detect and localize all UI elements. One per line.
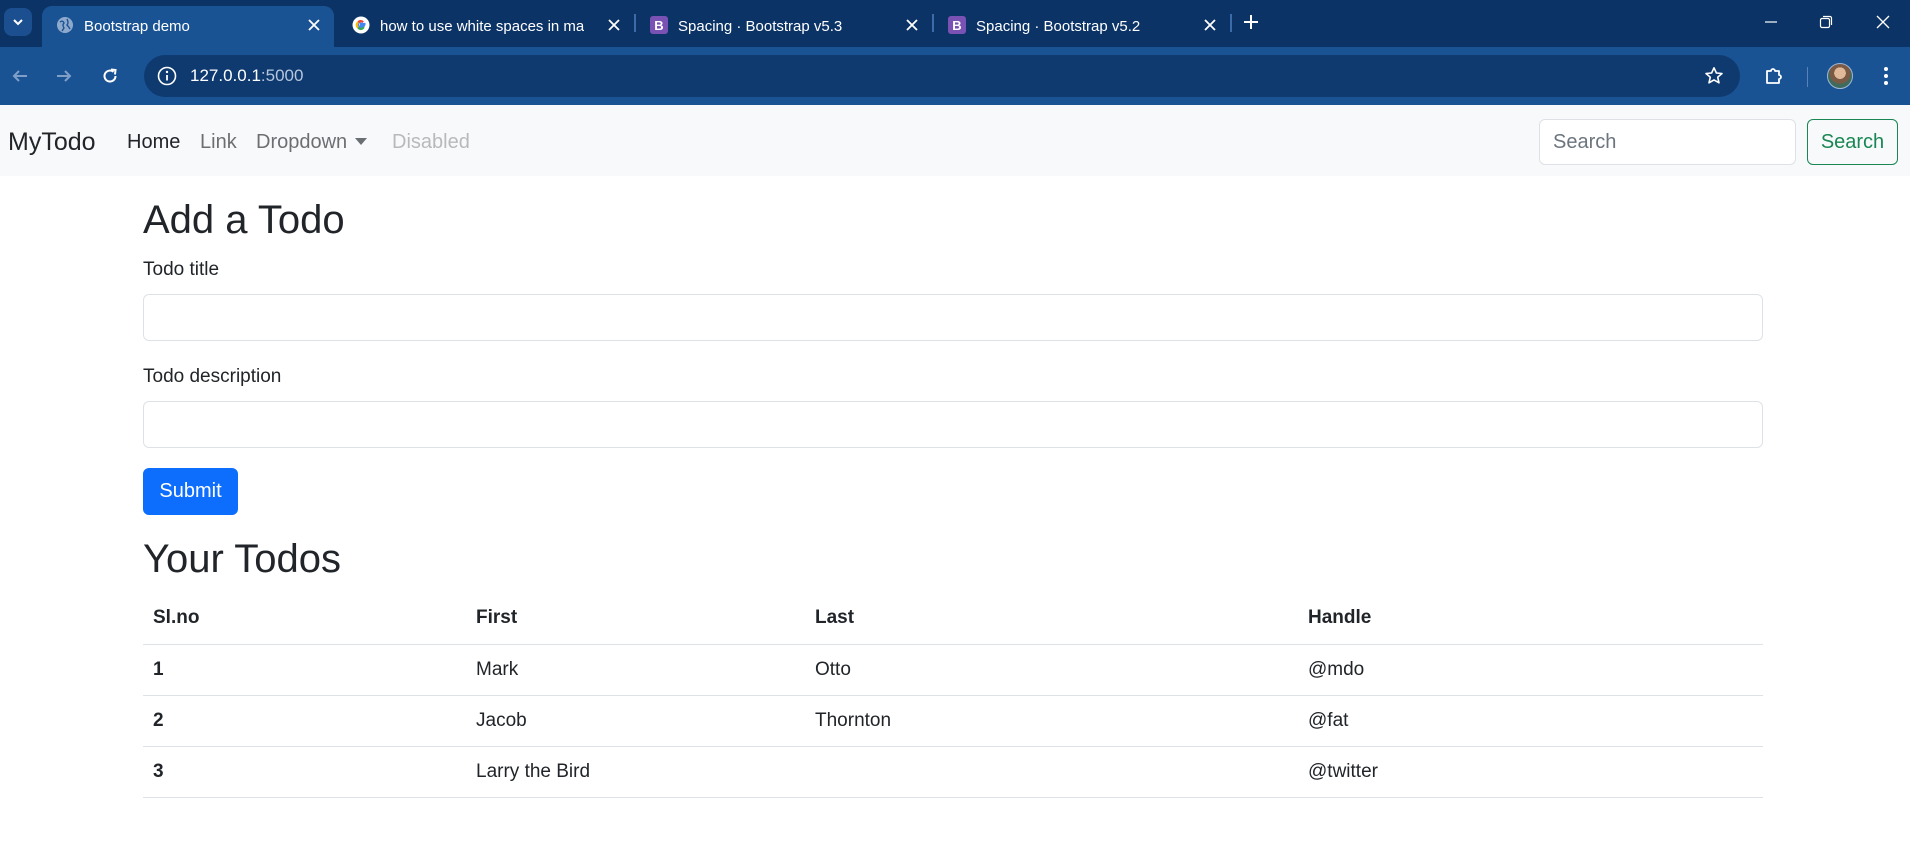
cell-last: [805, 746, 1298, 798]
bootstrap-icon: B: [948, 16, 966, 34]
cell-slno: 1: [143, 644, 466, 696]
arrow-left-icon: [12, 70, 27, 82]
nav-dropdown-label: Dropdown: [256, 131, 348, 153]
cell-first: Larry the Bird: [466, 746, 805, 798]
url-port: :5000: [260, 66, 304, 85]
bootstrap-icon: B: [650, 16, 668, 34]
browser-toolbar: 127.0.0.1:5000: [0, 47, 1910, 105]
tab-title: Spacing · Bootstrap v5.3: [678, 18, 843, 35]
tab-title: Bootstrap demo: [84, 18, 190, 35]
nav-link-home[interactable]: Home: [127, 131, 180, 154]
todo-title-label: Todo title: [143, 259, 220, 280]
todo-title-input[interactable]: [143, 294, 1763, 341]
restore-icon: [1819, 15, 1833, 29]
table-row: 1 Mark Otto @mdo: [143, 644, 1763, 696]
todo-description-input[interactable]: [143, 401, 1763, 448]
plus-icon: [1244, 15, 1258, 29]
reload-button[interactable]: [94, 60, 126, 92]
close-icon: [1876, 15, 1890, 29]
puzzle-icon: [1766, 68, 1782, 84]
close-tab-icon[interactable]: [1200, 15, 1220, 35]
tab-title: Spacing · Bootstrap v5.2: [976, 18, 1141, 35]
extensions-button[interactable]: [1758, 60, 1790, 92]
cell-slno: 3: [143, 746, 466, 798]
kebab-menu-icon: [1884, 67, 1888, 85]
close-tab-icon[interactable]: [604, 15, 624, 35]
url-text: 127.0.0.1:5000: [190, 66, 303, 86]
tab-search-button[interactable]: [4, 8, 32, 36]
caret-down-icon: [355, 138, 368, 145]
column-header-handle: Handle: [1298, 593, 1763, 645]
tab-title: how to use white spaces in mar: [380, 18, 584, 35]
bookmark-star-icon[interactable]: [1702, 64, 1726, 88]
cell-first: Jacob: [466, 695, 805, 747]
cell-first: Mark: [466, 644, 805, 696]
submit-button[interactable]: Submit: [143, 468, 238, 515]
forward-button[interactable]: [48, 60, 80, 92]
arrow-right-icon: [57, 70, 72, 82]
back-button[interactable]: [4, 60, 36, 92]
column-header-slno: Sl.no: [143, 593, 466, 645]
minimize-button[interactable]: [1756, 8, 1786, 36]
nav-dropdown-toggle[interactable]: Dropdown: [256, 131, 368, 154]
column-header-last: Last: [805, 593, 1298, 645]
tab-bootstrap-demo[interactable]: Bootstrap demo: [42, 6, 334, 47]
restore-button[interactable]: [1811, 8, 1841, 36]
tab-spacing-v52[interactable]: B Spacing · Bootstrap v5.2: [934, 6, 1230, 47]
chevron-down-icon: [13, 19, 23, 26]
close-tab-icon[interactable]: [902, 15, 922, 35]
tab-spacing-v53[interactable]: B Spacing · Bootstrap v5.3: [636, 6, 932, 47]
your-todos-heading: Your Todos: [143, 537, 341, 581]
site-info-icon[interactable]: [156, 65, 178, 87]
globe-icon: [56, 16, 74, 34]
todos-table: Sl.no First Last Handle 1 Mark Otto @mdo…: [143, 593, 1763, 798]
search-button[interactable]: Search: [1807, 119, 1898, 165]
table-header-row: Sl.no First Last Handle: [143, 593, 1763, 645]
column-header-first: First: [466, 593, 805, 645]
navbar-brand[interactable]: MyTodo: [8, 128, 96, 157]
cell-handle: @twitter: [1298, 746, 1763, 798]
table-row: 2 Jacob Thornton @fat: [143, 695, 1763, 747]
nav-link-disabled: Disabled: [392, 131, 470, 153]
cell-handle: @mdo: [1298, 644, 1763, 696]
new-tab-button[interactable]: [1238, 9, 1264, 35]
todo-description-label: Todo description: [143, 366, 282, 387]
minimize-icon: [1765, 21, 1777, 23]
table-row: 3 Larry the Bird @twitter: [143, 746, 1763, 798]
toolbar-divider: [1807, 67, 1808, 87]
close-window-button[interactable]: [1868, 8, 1898, 36]
tab-google-search[interactable]: how to use white spaces in mar: [338, 6, 634, 47]
url-host: 127.0.0.1: [190, 66, 261, 85]
tab-separator: [1230, 14, 1232, 32]
close-tab-icon[interactable]: [304, 15, 324, 35]
nav-link-link[interactable]: Link: [200, 131, 237, 154]
address-bar[interactable]: 127.0.0.1:5000: [144, 55, 1740, 97]
profile-avatar[interactable]: [1827, 63, 1853, 89]
google-icon: [352, 16, 370, 34]
browser-tab-strip: Bootstrap demo how to use white spaces i…: [0, 0, 1910, 47]
site-navbar: MyTodo Home Link Dropdown Disabled Searc…: [0, 105, 1910, 176]
svg-text:B: B: [654, 18, 663, 33]
add-todo-heading: Add a Todo: [143, 198, 345, 242]
search-input[interactable]: [1539, 119, 1796, 165]
cell-slno: 2: [143, 695, 466, 747]
cell-last: Thornton: [805, 695, 1298, 747]
browser-menu-button[interactable]: [1870, 60, 1902, 92]
cell-handle: @fat: [1298, 695, 1763, 747]
reload-icon: [103, 68, 117, 83]
cell-last: Otto: [805, 644, 1298, 696]
svg-text:B: B: [952, 18, 961, 33]
